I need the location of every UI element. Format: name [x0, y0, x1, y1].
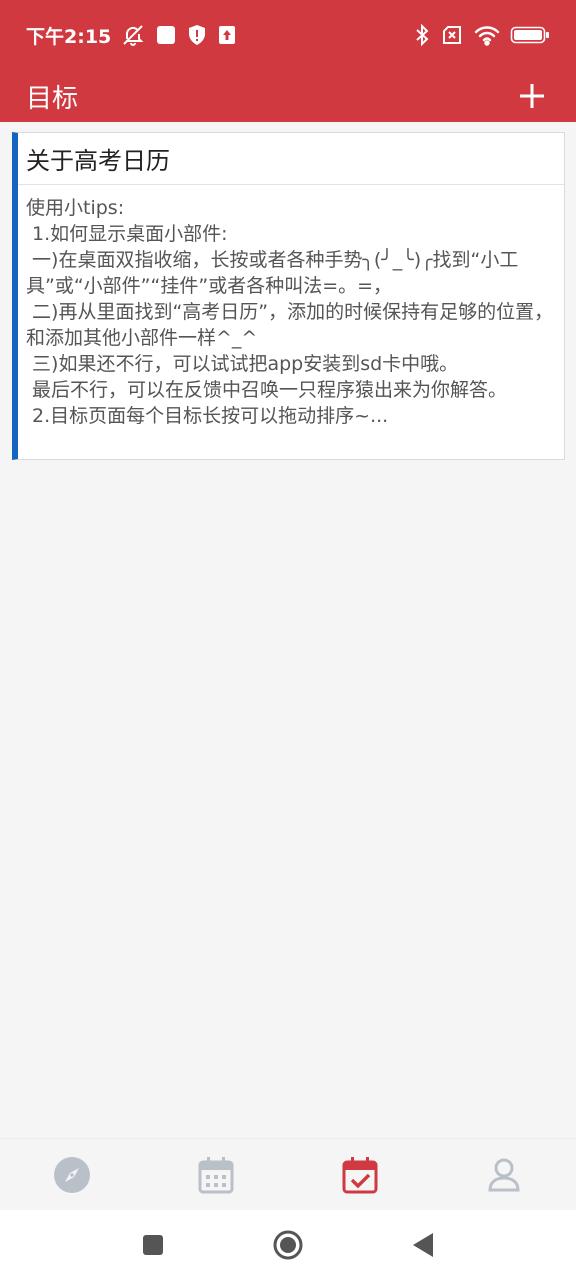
person-icon [488, 1158, 520, 1191]
back-button[interactable] [403, 1225, 443, 1265]
status-bar: 下午2:15 [0, 0, 576, 70]
recents-button[interactable] [133, 1225, 173, 1265]
tab-discover[interactable] [0, 1139, 144, 1210]
bottom-tab-bar [0, 1138, 576, 1210]
shield-icon [187, 24, 207, 46]
status-time: 下午2:15 [26, 25, 112, 48]
calendar-icon [198, 1156, 234, 1193]
notification-square-icon [155, 24, 177, 46]
tab-profile[interactable] [432, 1139, 576, 1210]
tab-calendar[interactable] [144, 1139, 288, 1210]
goal-card-title: 关于高考日历 [18, 133, 564, 185]
goal-card[interactable]: 关于高考日历 使用小tips: 1.如何显示桌面小部件: 一)在桌面双指收缩，长… [12, 132, 565, 460]
goal-card-body: 使用小tips: 1.如何显示桌面小部件: 一)在桌面双指收缩，长按或者各种手势… [26, 197, 554, 427]
home-button[interactable] [268, 1225, 308, 1265]
compass-icon [54, 1156, 90, 1193]
back-triangle-icon [413, 1233, 433, 1257]
plus-icon [520, 84, 544, 108]
add-goal-button[interactable] [512, 76, 552, 116]
battery-icon [510, 25, 550, 45]
wifi-icon [474, 24, 500, 46]
bluetooth-icon [414, 23, 430, 47]
upload-icon [217, 24, 237, 46]
page-title: 目标 [26, 83, 79, 114]
no-sim-icon [440, 24, 464, 46]
mute-icon [121, 23, 145, 47]
square-icon [143, 1235, 163, 1255]
app-root: 下午2:15 目标 关于高考日历 使用小tips: 1.如何显示桌面小部件: 一… [0, 0, 576, 1280]
goal-list: 关于高考日历 使用小tips: 1.如何显示桌面小部件: 一)在桌面双指收缩，长… [0, 122, 576, 1138]
calendar-check-icon [342, 1156, 378, 1193]
top-bar: 下午2:15 目标 [0, 0, 576, 122]
status-left: 下午2:15 [26, 22, 237, 49]
tab-goals[interactable] [288, 1139, 432, 1210]
circle-home-icon [273, 1230, 303, 1260]
app-bar: 目标 [0, 70, 576, 122]
system-navigation-bar [0, 1210, 576, 1280]
status-right [414, 23, 550, 47]
